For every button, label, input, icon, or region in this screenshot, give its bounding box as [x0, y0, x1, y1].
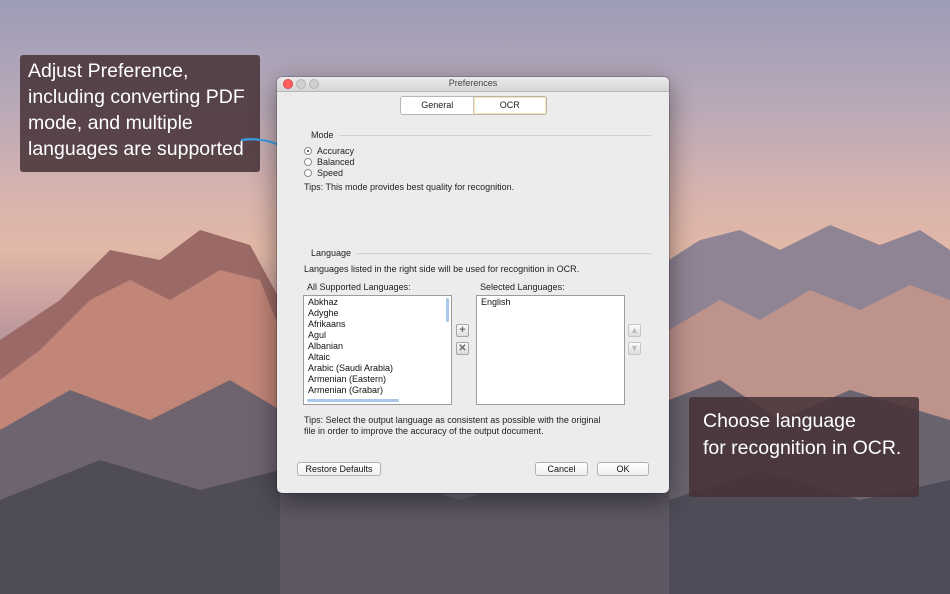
list-item[interactable]: Arabic (Saudi Arabia) — [304, 363, 451, 374]
window-title: Preferences — [448, 78, 498, 88]
callout-line: mode, and multiple — [28, 112, 193, 134]
all-languages-list[interactable]: Abkhaz Adyghe Afrikaans Agul Albanian Al… — [303, 295, 452, 405]
tab-general[interactable]: General — [401, 97, 474, 114]
radio-label: Accuracy — [317, 146, 355, 156]
preferences-window: Preferences General OCR Mode Accuracy Ba… — [277, 77, 669, 493]
mode-tips: Tips: This mode provides best quality fo… — [304, 182, 515, 192]
radio-balanced[interactable]: Balanced — [304, 157, 355, 167]
radio-accuracy[interactable]: Accuracy — [304, 146, 354, 156]
arrow-down-icon[interactable]: ▼ — [628, 342, 641, 355]
radio-speed[interactable]: Speed — [304, 168, 343, 178]
list-item[interactable]: Adyghe — [304, 308, 451, 319]
tab-bar: General OCR — [400, 96, 547, 115]
list-item[interactable]: Albanian — [304, 341, 451, 352]
callout-language: Choose language for recognition in OCR. — [689, 397, 919, 497]
arrow-up-icon[interactable]: ▲ — [628, 324, 641, 337]
list-item[interactable]: Afrikaans — [304, 319, 451, 330]
language-section-title: Language — [311, 248, 352, 258]
title-bar[interactable]: Preferences — [277, 77, 669, 92]
callout-preferences: Adjust Preference, including converting … — [20, 55, 260, 172]
language-tips-line2: file in order to improve the accuracy of… — [304, 426, 544, 436]
mode-section-title: Mode — [311, 130, 334, 140]
horizontal-scrollbar[interactable] — [307, 399, 399, 402]
selected-languages-label: Selected Languages: — [480, 282, 565, 292]
radio-button[interactable] — [304, 169, 312, 177]
ok-button[interactable]: OK — [597, 462, 649, 476]
callout-line: for recognition in OCR. — [703, 437, 902, 459]
plus-icon[interactable]: + — [456, 324, 469, 337]
list-item[interactable]: Armenian (Eastern) — [304, 374, 451, 385]
list-item[interactable]: English — [477, 297, 624, 308]
radio-button[interactable] — [304, 158, 312, 166]
x-icon[interactable]: ✕ — [456, 342, 469, 355]
callout-line: including converting PDF — [28, 86, 245, 108]
all-languages-label: All Supported Languages: — [307, 282, 411, 292]
language-tips-line1: Tips: Select the output language as cons… — [304, 415, 601, 425]
list-item[interactable]: Armenian (Grabar) — [304, 385, 451, 396]
callout-line: Adjust Preference, — [28, 60, 189, 82]
list-item[interactable]: Abkhaz — [304, 297, 451, 308]
language-description: Languages listed in the right side will … — [304, 264, 580, 274]
callout-line: languages are supported — [28, 138, 244, 160]
list-item[interactable]: Altaic — [304, 352, 451, 363]
language-separator — [357, 253, 651, 254]
cancel-button[interactable]: Cancel — [535, 462, 588, 476]
mode-separator — [339, 135, 651, 136]
radio-button[interactable] — [304, 147, 312, 155]
tab-ocr[interactable]: OCR — [472, 97, 546, 114]
callout-line: Choose language — [703, 410, 856, 432]
restore-defaults-button[interactable]: Restore Defaults — [297, 462, 381, 476]
radio-label: Speed — [317, 168, 344, 178]
radio-label: Balanced — [317, 157, 355, 167]
selected-languages-list[interactable]: English — [476, 295, 625, 405]
vertical-scrollbar[interactable] — [446, 298, 449, 322]
list-item[interactable]: Agul — [304, 330, 451, 341]
